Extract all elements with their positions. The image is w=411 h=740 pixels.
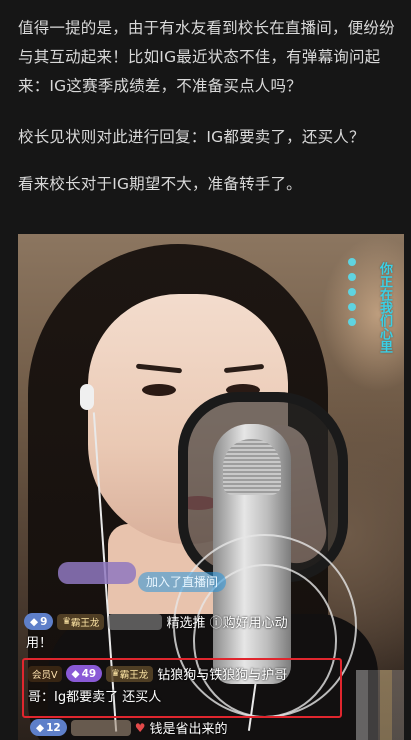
- microphone-grill: [223, 439, 281, 495]
- dot-icon: [348, 273, 356, 281]
- vertical-caption: 你正在我们心里: [377, 262, 392, 353]
- caption-dots: [348, 258, 372, 333]
- dot-icon: [348, 318, 356, 326]
- article-paragraph-2: 校长见状则对此进行回复：IG都要卖了，还买人？: [18, 128, 365, 146]
- dot-icon: [348, 288, 356, 296]
- article-paragraph-1: 值得一提的是，由于有水友看到校长在直播间，便纷纷与其互动起来！比如IG最近状态不…: [18, 19, 395, 95]
- livestream-screenshot: 你正在我们心里 加入了直播间 ◆ 9 ♛ 霸王龙 精选推 ⓘ购好用心动 用！ 会…: [18, 234, 404, 740]
- shock-mount-inner: [193, 564, 337, 718]
- left-eye: [142, 384, 176, 396]
- dot-icon: [348, 303, 356, 311]
- earphone-icon: [80, 384, 94, 410]
- dot-icon: [348, 258, 356, 266]
- article-paragraph-3: 看来校长对于IG期望不大，准备转手了。: [18, 175, 302, 193]
- article-text: 值得一提的是，由于有水友看到校长在直播间，便纷纷与其互动起来！比如IG最近状态不…: [18, 14, 398, 221]
